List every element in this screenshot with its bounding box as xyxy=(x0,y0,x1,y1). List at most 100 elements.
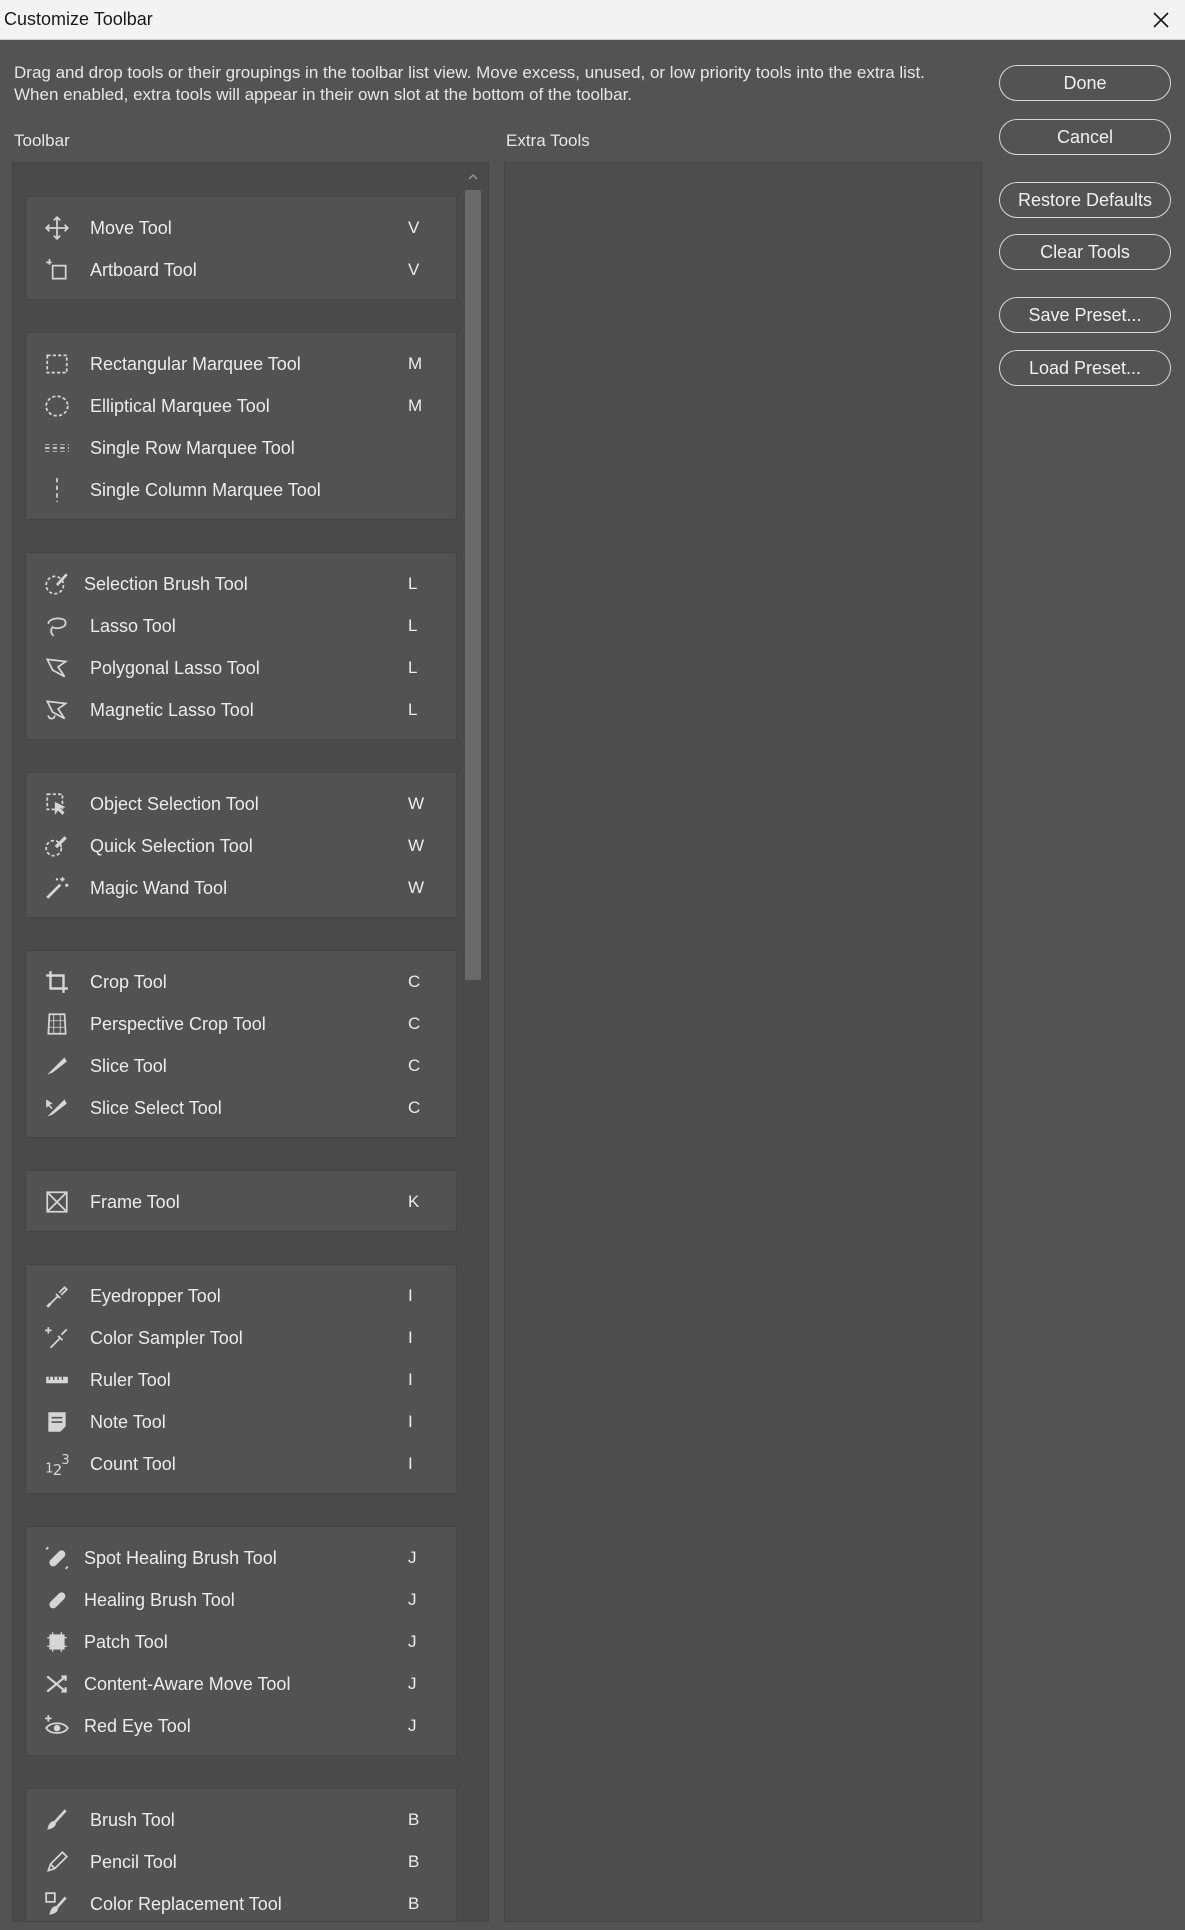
tool-row[interactable]: Eyedropper Tool I xyxy=(26,1275,456,1317)
tool-row[interactable]: Magic Wand Tool W xyxy=(26,867,456,909)
tool-shortcut: I xyxy=(408,1454,413,1473)
tool-name: Lasso Tool xyxy=(90,615,176,636)
tool-row[interactable]: 1 2 3 Count Tool I xyxy=(26,1443,456,1485)
tool-name: Object Selection Tool xyxy=(90,793,259,814)
scroll-up-icon[interactable] xyxy=(467,172,479,182)
cancel-button[interactable]: Cancel xyxy=(999,119,1171,155)
toolbar-list[interactable]: Move Tool V Artboard Tool V Rectangular Marq… xyxy=(12,162,489,1922)
instructions-text: Drag and drop tools or their groupings i… xyxy=(14,63,925,104)
tool-shortcut: C xyxy=(408,1056,421,1075)
tool-row[interactable]: Ruler Tool I xyxy=(26,1359,456,1401)
tool-row[interactable]: Patch Tool J xyxy=(26,1621,456,1663)
tool-shortcut: W xyxy=(408,878,425,897)
tool-shortcut: C xyxy=(408,972,421,991)
tool-name: Note Tool xyxy=(90,1411,166,1432)
tool-row[interactable]: Brush Tool B xyxy=(26,1799,456,1841)
tool-row[interactable]: Selection Brush Tool L xyxy=(26,563,456,605)
tool-row[interactable]: Quick Selection Tool W xyxy=(26,825,456,867)
tool-row[interactable]: Red Eye Tool J xyxy=(26,1705,456,1747)
tool-row[interactable]: Spot Healing Brush Tool J xyxy=(26,1537,456,1579)
tool-row[interactable]: Content-Aware Move Tool J xyxy=(26,1663,456,1705)
tool-name: Magnetic Lasso Tool xyxy=(90,699,254,720)
tool-row[interactable]: Crop Tool C xyxy=(26,961,456,1003)
spot-healing-icon xyxy=(42,1543,72,1573)
tool-shortcut: M xyxy=(408,354,423,373)
tool-row[interactable]: Slice Select Tool C xyxy=(26,1087,456,1129)
healing-brush-icon xyxy=(42,1585,72,1615)
tool-shortcut: B xyxy=(408,1894,420,1913)
slice-select-icon xyxy=(42,1093,72,1123)
tool-name: Single Row Marquee Tool xyxy=(90,437,295,458)
tool-group[interactable]: Eyedropper Tool I Color Sampler Tool I Ruler… xyxy=(25,1264,457,1494)
tool-name: Elliptical Marquee Tool xyxy=(90,395,270,416)
tool-row[interactable]: Object Selection Tool W xyxy=(26,783,456,825)
close-icon xyxy=(1153,12,1169,28)
toolbar-scrollbar[interactable] xyxy=(463,170,483,1930)
tool-shortcut: W xyxy=(408,794,425,813)
magnetic-lasso-icon xyxy=(42,695,72,725)
scrollbar-thumb[interactable] xyxy=(465,190,481,980)
tool-shortcut: L xyxy=(408,658,418,677)
tool-group[interactable]: Frame Tool K xyxy=(25,1170,457,1232)
tool-row[interactable]: Single Column Marquee Tool xyxy=(26,469,456,511)
tool-row[interactable]: Slice Tool C xyxy=(26,1045,456,1087)
ellipse-marquee-icon xyxy=(42,391,72,421)
pencil-icon xyxy=(42,1847,72,1877)
tool-shortcut: J xyxy=(408,1632,417,1651)
extra-tools-list[interactable] xyxy=(504,162,982,1922)
tool-row[interactable]: Lasso Tool L xyxy=(26,605,456,647)
tool-name: Slice Select Tool xyxy=(90,1097,222,1118)
tool-group[interactable]: Move Tool V Artboard Tool V xyxy=(25,196,457,300)
tool-row[interactable]: Healing Brush Tool J xyxy=(26,1579,456,1621)
tool-shortcut: I xyxy=(408,1286,413,1305)
tool-name: Move Tool xyxy=(90,217,172,238)
tool-group[interactable]: Crop Tool C Perspective Crop Tool C Slice To… xyxy=(25,950,457,1138)
tool-row[interactable]: Note Tool I xyxy=(26,1401,456,1443)
tool-shortcut: I xyxy=(408,1328,413,1347)
tool-row[interactable]: Polygonal Lasso Tool L xyxy=(26,647,456,689)
tool-name: Healing Brush Tool xyxy=(84,1589,235,1610)
svg-text:3: 3 xyxy=(61,1453,69,1468)
row-marquee-icon xyxy=(42,433,72,463)
restore-defaults-button[interactable]: Restore Defaults xyxy=(999,182,1171,218)
tool-name: Content-Aware Move Tool xyxy=(84,1673,291,1694)
slice-icon xyxy=(42,1051,72,1081)
magic-wand-icon xyxy=(42,873,72,903)
tool-row[interactable]: Elliptical Marquee Tool M xyxy=(26,385,456,427)
tool-name: Polygonal Lasso Tool xyxy=(90,657,260,678)
load-preset-button[interactable]: Load Preset... xyxy=(999,350,1171,386)
tool-shortcut: C xyxy=(408,1014,421,1033)
tool-row[interactable]: Artboard Tool V xyxy=(26,249,456,291)
tool-group[interactable]: Spot Healing Brush Tool J Healing Brush To… xyxy=(25,1526,457,1756)
tool-row[interactable]: Color Sampler Tool I xyxy=(26,1317,456,1359)
tool-shortcut: J xyxy=(408,1590,417,1609)
tool-group[interactable]: Selection Brush Tool L Lasso Tool L Polygona… xyxy=(25,552,457,740)
tool-name: Single Column Marquee Tool xyxy=(90,479,321,500)
count-icon: 123 xyxy=(42,1449,72,1479)
save-preset-button[interactable]: Save Preset... xyxy=(999,297,1171,333)
tool-name: Crop Tool xyxy=(90,971,167,992)
tool-row[interactable]: Move Tool V xyxy=(26,207,456,249)
tool-row[interactable]: Single Row Marquee Tool xyxy=(26,427,456,469)
tool-row[interactable]: Pencil Tool B xyxy=(26,1841,456,1883)
tool-shortcut: J xyxy=(408,1548,417,1567)
tool-row[interactable]: Rectangular Marquee Tool M xyxy=(26,343,456,385)
done-button[interactable]: Done xyxy=(999,65,1171,101)
tool-shortcut: W xyxy=(408,836,425,855)
tool-row[interactable]: Magnetic Lasso Tool L xyxy=(26,689,456,731)
polygonal-lasso-icon xyxy=(42,653,72,683)
tool-shortcut: L xyxy=(408,616,418,635)
tool-group[interactable]: Object Selection Tool W Quick Selection To… xyxy=(25,772,457,918)
tool-row[interactable]: Color Replacement Tool B xyxy=(26,1883,456,1921)
clear-tools-button[interactable]: Clear Tools xyxy=(999,234,1171,270)
color-replacement-icon xyxy=(42,1889,72,1919)
close-button[interactable] xyxy=(1143,2,1179,38)
crop-icon xyxy=(42,967,72,997)
tool-row[interactable]: Perspective Crop Tool C xyxy=(26,1003,456,1045)
tool-name: Selection Brush Tool xyxy=(84,573,248,594)
tool-row[interactable]: Frame Tool K xyxy=(26,1181,456,1223)
tool-name: Artboard Tool xyxy=(90,259,197,280)
tool-group[interactable]: Brush Tool B Pencil Tool B Color Replacement… xyxy=(25,1788,457,1921)
tool-group[interactable]: Rectangular Marquee Tool M Elliptical Marq… xyxy=(25,332,457,520)
tool-name: Quick Selection Tool xyxy=(90,835,253,856)
